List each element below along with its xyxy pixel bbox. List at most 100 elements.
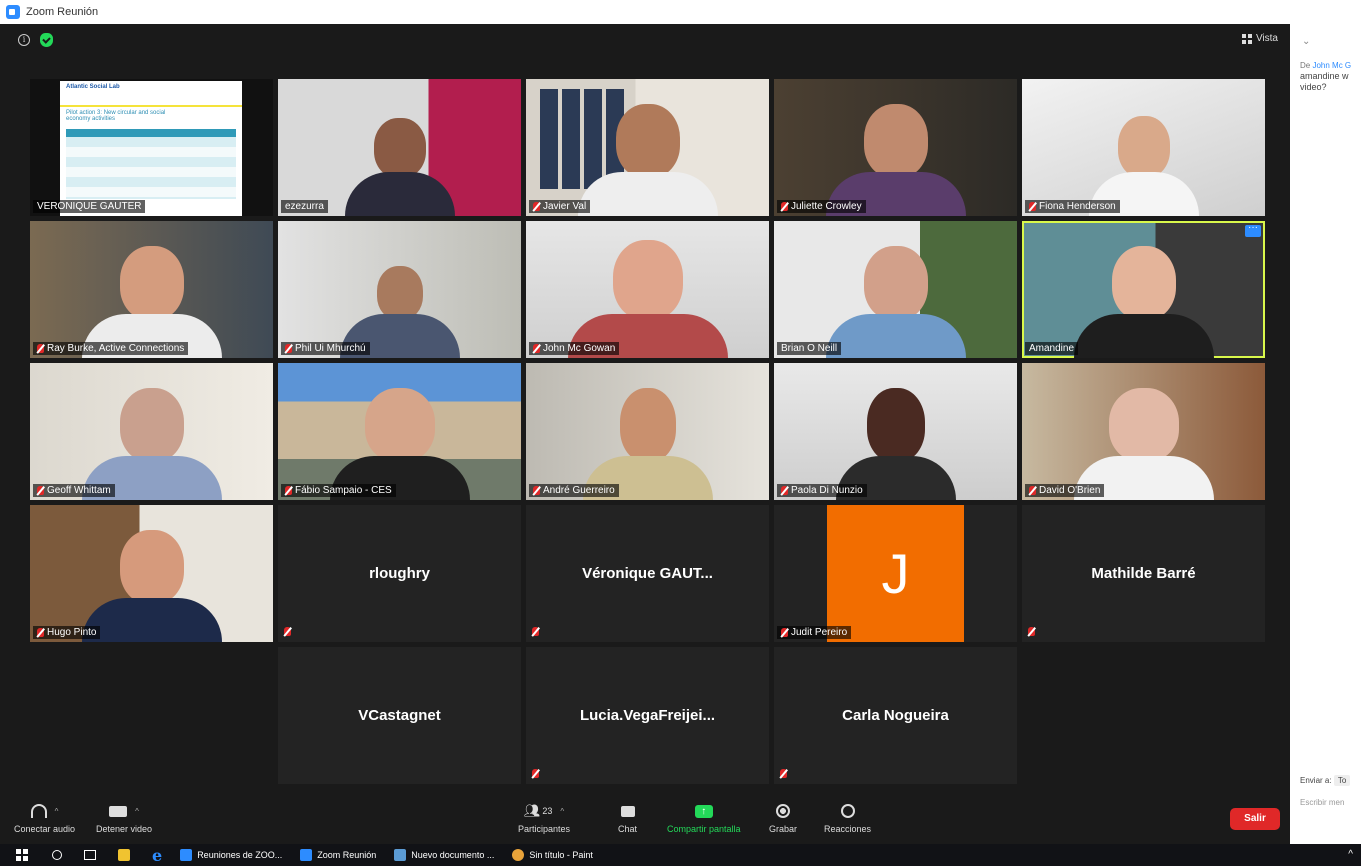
video-tile-no-video[interactable]: Mathilde Barré — [1022, 505, 1265, 642]
stop-video-label: Detener video — [96, 824, 153, 834]
taskbar-item-label: Zoom Reunión — [317, 850, 377, 860]
participant-name-tag: Fiona Henderson — [1025, 200, 1120, 213]
share-screen-icon: ↑ — [694, 804, 713, 818]
taskbar-item-paint[interactable]: Sin título - Paint — [512, 849, 593, 861]
mic-muted-icon — [1028, 627, 1035, 636]
participant-name: Fábio Sampaio - CES — [295, 485, 392, 496]
join-audio-button[interactable]: ^ Conectar audio — [14, 802, 75, 834]
participant-name: rloughry — [369, 565, 430, 582]
window-titlebar: Zoom Reunión — [0, 0, 1361, 24]
avatar: J — [827, 505, 964, 642]
video-tile[interactable]: Phil Ui Mhurchú — [278, 221, 521, 358]
send-to-label: Enviar a: — [1300, 776, 1332, 785]
video-tile-active-speaker[interactable]: ··· Amandine — [1022, 221, 1265, 358]
info-icon[interactable]: i — [18, 34, 30, 46]
record-label: Grabar — [769, 824, 798, 834]
video-tile-no-video[interactable]: Lucia.VegaFreijei... — [526, 647, 769, 784]
zoom-app-icon — [180, 849, 193, 861]
video-tile[interactable]: Fábio Sampaio - CES — [278, 363, 521, 500]
video-tile[interactable]: André Guerreiro — [526, 363, 769, 500]
mic-muted-icon — [1029, 202, 1036, 211]
chevron-down-icon[interactable]: ⌄ — [1302, 36, 1310, 47]
meeting-window: i Vista Atlantic Social Lab Pilot action… — [0, 24, 1290, 844]
participant-name-tag: Javier Val — [529, 200, 591, 213]
participant-name-tag: Paola Di Nunzio — [777, 484, 867, 497]
taskbar-item-new-document[interactable]: Nuevo documento ... — [394, 849, 494, 861]
participant-name: Geoff Whittam — [47, 485, 111, 496]
participant-name-tag: Phil Ui Mhurchú — [281, 342, 370, 355]
video-tile-avatar[interactable]: J Judit Pereiro — [774, 505, 1017, 642]
windows-start-icon[interactable] — [16, 849, 28, 861]
participant-name: André Guerreiro — [543, 485, 615, 496]
participant-name: Javier Val — [543, 201, 587, 212]
participant-name: Juliette Crowley — [791, 201, 862, 212]
video-tile-no-video[interactable]: Carla Nogueira — [774, 647, 1017, 784]
video-tile[interactable]: Javier Val — [526, 79, 769, 216]
mic-muted-icon — [781, 486, 788, 495]
participant-name: Judit Pereiro — [791, 627, 848, 638]
mic-muted-icon — [533, 344, 540, 353]
participant-name: Fiona Henderson — [1039, 201, 1116, 212]
send-to-dropdown[interactable]: To — [1333, 775, 1351, 786]
participants-button[interactable]: 👥︎ 23 ^ Participantes — [518, 802, 570, 834]
participant-name-tag: André Guerreiro — [529, 484, 619, 497]
participant-name-tag: ezezurra — [281, 200, 328, 213]
join-audio-label: Conectar audio — [14, 824, 76, 834]
taskbar-item-zoom-meetings[interactable]: Reuniones de ZOO... — [180, 849, 282, 861]
search-icon[interactable] — [52, 850, 62, 860]
headphones-icon — [30, 804, 47, 818]
video-tile[interactable]: Geoff Whittam — [30, 363, 273, 500]
taskbar-item-zoom-reunion[interactable]: Zoom Reunión — [300, 849, 376, 861]
video-tile[interactable]: Paola Di Nunzio — [774, 363, 1017, 500]
taskbar-item-label: Nuevo documento ... — [411, 850, 495, 860]
video-tile[interactable]: John Mc Gowan — [526, 221, 769, 358]
smiley-icon — [840, 804, 855, 818]
participant-name: Amandine — [1029, 343, 1075, 354]
shared-slide: Atlantic Social Lab Pilot action 3: New … — [60, 81, 242, 216]
mic-muted-icon — [37, 344, 44, 353]
share-screen-button[interactable]: ↑ Compartir pantalla — [667, 802, 741, 834]
video-tile[interactable]: Hugo Pinto — [30, 505, 273, 642]
participant-name-tag: Juliette Crowley — [777, 200, 866, 213]
participant-name-tag: VERONIQUE GAUTER — [33, 200, 146, 213]
security-shield-icon[interactable] — [40, 33, 53, 47]
video-tile[interactable]: Atlantic Social Lab Pilot action 3: New … — [30, 79, 273, 216]
view-button[interactable]: Vista — [1241, 33, 1278, 44]
mic-muted-icon — [780, 769, 787, 778]
reactions-button[interactable]: Reacciones — [824, 802, 871, 834]
more-options-icon[interactable]: ··· — [1245, 223, 1261, 237]
participants-count: 23 — [542, 806, 553, 816]
video-tile[interactable]: Juliette Crowley — [774, 79, 1017, 216]
video-tile-no-video[interactable]: VCastagnet — [278, 647, 521, 784]
video-tile[interactable]: Ray Burke, Active Connections — [30, 221, 273, 358]
zoom-app-icon — [300, 849, 313, 861]
video-tile-no-video[interactable]: rloughry — [278, 505, 521, 642]
participant-name-tag: Geoff Whittam — [33, 484, 115, 497]
participant-video — [81, 530, 222, 642]
file-explorer-icon[interactable] — [118, 849, 130, 861]
record-button[interactable]: Grabar — [769, 802, 797, 834]
chevron-up-icon[interactable]: ^ — [135, 807, 139, 816]
video-tile[interactable]: Fiona Henderson — [1022, 79, 1265, 216]
mic-muted-icon — [37, 486, 44, 495]
chat-input[interactable]: Escribir men — [1300, 798, 1344, 807]
tray-chevron-up-icon[interactable]: ^ — [1348, 849, 1353, 860]
chevron-up-icon[interactable]: ^ — [55, 807, 59, 816]
leave-button[interactable]: Salir — [1230, 808, 1280, 830]
slide-line-3: economy activities — [66, 116, 116, 122]
chevron-up-icon[interactable]: ^ — [560, 807, 564, 816]
chat-button[interactable]: Chat — [618, 802, 637, 834]
internet-explorer-icon[interactable]: e — [152, 846, 162, 865]
video-tile[interactable]: Brian O Neill — [774, 221, 1017, 358]
participant-name-tag: Fábio Sampaio - CES — [281, 484, 396, 497]
participant-name: Véronique GAUT... — [582, 565, 713, 582]
chat-sender-name[interactable]: John Mc G — [1312, 61, 1351, 70]
video-tile[interactable]: ezezurra — [278, 79, 521, 216]
video-tile[interactable]: David O'Brien — [1022, 363, 1265, 500]
participant-video — [567, 240, 728, 358]
window-title: Zoom Reunión — [26, 6, 99, 18]
video-tile-no-video[interactable]: Véronique GAUT... — [526, 505, 769, 642]
stop-video-button[interactable]: ^ Detener video — [96, 802, 152, 834]
task-view-icon[interactable] — [84, 850, 96, 860]
mic-muted-icon — [532, 627, 539, 636]
